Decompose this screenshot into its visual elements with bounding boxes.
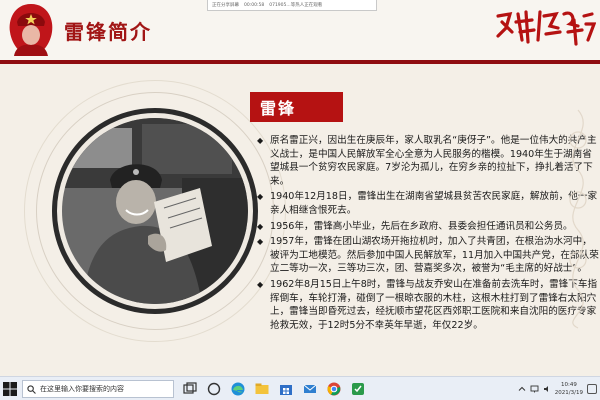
clock[interactable]: 10:49 2021/3/19 xyxy=(555,381,583,397)
decorative-pattern xyxy=(569,109,587,329)
app-icon[interactable] xyxy=(350,381,366,397)
notification-icon[interactable] xyxy=(587,384,597,394)
diamond-bullet-icon: ◆ xyxy=(257,221,264,231)
share-status: 正在分享屏幕 xyxy=(212,3,239,8)
header-divider xyxy=(0,60,600,64)
network-icon[interactable] xyxy=(530,385,539,393)
system-tray: 10:49 2021/3/19 xyxy=(518,379,597,399)
diamond-bullet-icon: ◆ xyxy=(257,279,264,289)
diamond-bullet-icon: ◆ xyxy=(257,192,264,202)
store-icon[interactable] xyxy=(278,381,294,397)
windows-start-icon[interactable] xyxy=(3,382,17,396)
mail-icon[interactable] xyxy=(302,381,318,397)
list-item: ◆ 原名雷正兴，因出生在庚辰年，家人取乳名“庚伢子”。他是一位伟大的共产主义战士，… xyxy=(257,135,597,187)
taskbar: 在这里输入你要搜索的内容 10:49 2021/3/19 xyxy=(0,376,600,400)
biography-list: ◆ 原名雷正兴，因出生在庚辰年，家人取乳名“庚伢子”。他是一位伟大的共产主义战士，… xyxy=(256,134,600,334)
chevron-up-icon[interactable] xyxy=(518,385,526,393)
taskbar-search-input[interactable]: 在这里输入你要搜索的内容 xyxy=(22,380,174,398)
slide-title: 雷锋简介 xyxy=(64,20,152,44)
chrome-icon[interactable] xyxy=(326,381,342,397)
photo-frame xyxy=(52,108,258,314)
volume-icon[interactable] xyxy=(543,385,551,393)
calligraphy-logo-icon xyxy=(496,10,596,46)
edge-icon[interactable] xyxy=(230,381,246,397)
share-viewers: 071905...等热人正在观看 xyxy=(269,3,323,8)
name-tag: 雷锋 xyxy=(250,92,343,122)
screen-share-toolbar[interactable]: 正在分享屏幕 00:00:58 071905...等热人正在观看 xyxy=(207,0,377,11)
cortana-icon[interactable] xyxy=(206,381,222,397)
lei-feng-photo xyxy=(62,118,248,304)
lei-feng-portrait-badge-icon xyxy=(9,4,53,56)
diamond-bullet-icon: ◆ xyxy=(257,237,264,247)
list-item: ◆ 1957年，雷锋在团山湖农场开拖拉机时，加入了共青团，在根治沩水河中，被评为工… xyxy=(257,236,599,275)
clock-time: 10:49 xyxy=(560,382,577,388)
search-placeholder: 在这里输入你要搜索的内容 xyxy=(40,385,124,393)
share-timer: 00:00:58 xyxy=(244,2,265,8)
file-explorer-icon[interactable] xyxy=(254,381,270,397)
list-item: ◆ 1962年8月15日上午8时，雷锋与战友乔安山在准备前去洗车时，雷锋下车指挥倒… xyxy=(257,278,598,331)
name-tag-label: 雷锋 xyxy=(260,99,297,118)
search-icon xyxy=(27,384,36,394)
list-item: ◆ 1940年12月18日，雷锋出生在湖南省望城县贫苦农民家庭，解放前，他一家亲人… xyxy=(257,191,598,216)
list-item: ◆ 1956年，雷锋高小毕业，先后在乡政府、县委会担任通讯员和公务员。 xyxy=(257,220,573,232)
diamond-bullet-icon: ◆ xyxy=(257,136,264,145)
presentation-slide: 雷锋简介 雷锋 ◆ 原名雷正兴，因出生在庚辰年，家人取乳名“庚伢子”。他是一位伟… xyxy=(0,0,600,376)
clock-date: 2021/3/19 xyxy=(554,390,583,396)
task-view-icon[interactable] xyxy=(182,381,198,397)
